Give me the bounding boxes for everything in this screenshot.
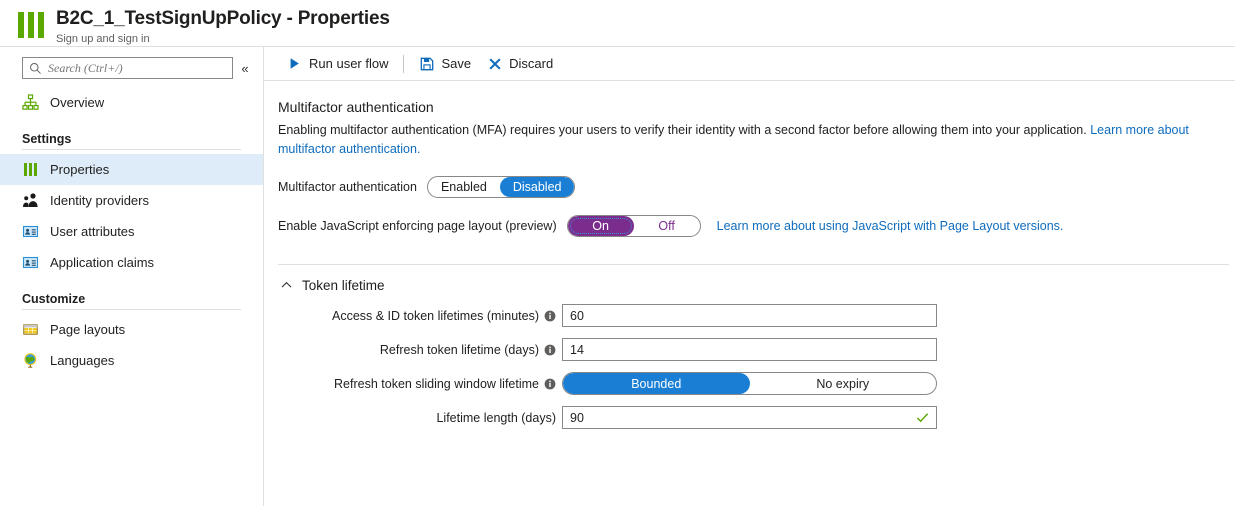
sidebar-item-label: User attributes bbox=[50, 224, 135, 239]
sidebar-item-label: Identity providers bbox=[50, 193, 149, 208]
javascript-learn-more-link[interactable]: Learn more about using JavaScript with P… bbox=[717, 219, 1064, 233]
toolbar-separator bbox=[403, 54, 405, 73]
sidebar-item-label: Overview bbox=[50, 95, 105, 110]
valid-check-icon bbox=[915, 411, 929, 425]
token-lifetime-section-header[interactable]: Token lifetime bbox=[278, 277, 478, 293]
mfa-field-row: Multifactor authentication Enabled Disab… bbox=[278, 176, 1235, 198]
info-icon[interactable] bbox=[544, 344, 556, 356]
sidebar-group-divider bbox=[22, 309, 241, 310]
sidebar-group-settings-title: Settings bbox=[22, 132, 72, 146]
collapse-sidebar-button[interactable]: « bbox=[235, 61, 255, 76]
properties-form: Multifactor authentication Enabling mult… bbox=[264, 81, 1235, 429]
sidebar-item-label: Languages bbox=[50, 353, 115, 368]
javascript-option-on[interactable]: On bbox=[567, 216, 634, 236]
sidebar-item-overview[interactable]: Overview bbox=[0, 87, 263, 118]
sidebar-search-row: Search (Ctrl+/) « bbox=[0, 57, 263, 79]
info-icon[interactable] bbox=[544, 310, 556, 322]
sidebar-item-label: Page layouts bbox=[50, 322, 126, 337]
sidebar-group-divider bbox=[22, 149, 241, 150]
access-id-token-lifetimes-value: 60 bbox=[570, 308, 584, 323]
main-content: Run user flow Save Discard Multifactor a… bbox=[264, 47, 1235, 506]
search-placeholder: Search (Ctrl+/) bbox=[48, 60, 123, 75]
refresh-token-sliding-window-toggle[interactable]: Bounded No expiry bbox=[562, 372, 937, 395]
body-container: Search (Ctrl+/) « Overview Settings Prop… bbox=[0, 47, 1235, 506]
lifetime-length-value: 90 bbox=[570, 410, 584, 425]
sidebar-item-label: Properties bbox=[50, 162, 110, 177]
save-icon bbox=[419, 56, 434, 71]
discard-button[interactable]: Discard bbox=[479, 51, 561, 77]
chevron-up-icon bbox=[278, 277, 294, 293]
save-label: Save bbox=[441, 56, 472, 71]
sidebar-item-properties[interactable]: Properties bbox=[0, 154, 263, 185]
save-button[interactable]: Save bbox=[411, 51, 479, 77]
sidebar-item-label: Application claims bbox=[50, 255, 155, 270]
access-id-token-lifetimes-row: Access & ID token lifetimes (minutes) 60 bbox=[324, 304, 1235, 327]
search-input[interactable]: Search (Ctrl+/) bbox=[22, 57, 233, 79]
refresh-token-sliding-window-label: Refresh token sliding window lifetime bbox=[334, 376, 539, 391]
discard-label: Discard bbox=[509, 56, 554, 71]
mfa-description-text: Enabling multifactor authentication (MFA… bbox=[278, 123, 1091, 137]
lifetime-length-input[interactable]: 90 bbox=[562, 406, 937, 429]
mfa-option-enabled[interactable]: Enabled bbox=[428, 177, 500, 197]
javascript-toggle[interactable]: On Off bbox=[566, 215, 701, 237]
section-divider bbox=[278, 264, 1229, 265]
refresh-token-lifetime-row: Refresh token lifetime (days) 14 bbox=[324, 338, 1235, 361]
access-id-token-lifetimes-label-wrap: Access & ID token lifetimes (minutes) bbox=[324, 309, 562, 323]
sliding-window-option-no-expiry[interactable]: No expiry bbox=[750, 373, 937, 394]
token-lifetime-fields: Access & ID token lifetimes (minutes) 60 bbox=[324, 304, 1235, 429]
info-icon[interactable] bbox=[544, 378, 556, 390]
play-icon bbox=[287, 56, 302, 71]
people-icon bbox=[22, 192, 39, 209]
refresh-token-lifetime-label: Refresh token lifetime (days) bbox=[379, 342, 539, 357]
sliding-window-option-bounded[interactable]: Bounded bbox=[563, 373, 750, 394]
sidebar: Search (Ctrl+/) « Overview Settings Prop… bbox=[0, 47, 264, 506]
mfa-toggle[interactable]: Enabled Disabled bbox=[426, 176, 576, 198]
sidebar-group-customize-title: Customize bbox=[22, 292, 86, 306]
sidebar-item-identity-providers[interactable]: Identity providers bbox=[0, 185, 263, 216]
lifetime-length-label-wrap: Lifetime length (days) bbox=[324, 411, 562, 425]
mfa-option-disabled[interactable]: Disabled bbox=[499, 177, 575, 197]
sidebar-item-languages[interactable]: Languages bbox=[0, 345, 263, 376]
mfa-field-label: Multifactor authentication bbox=[278, 180, 417, 194]
sidebar-item-user-attributes[interactable]: User attributes bbox=[0, 216, 263, 247]
bars-green-icon bbox=[18, 12, 44, 38]
javascript-option-off[interactable]: Off bbox=[634, 216, 700, 236]
table-grid-icon bbox=[22, 321, 39, 338]
refresh-token-lifetime-label-wrap: Refresh token lifetime (days) bbox=[324, 343, 562, 357]
refresh-token-sliding-window-label-wrap: Refresh token sliding window lifetime bbox=[324, 377, 562, 391]
sidebar-nav: Overview Settings Properties Identity pr… bbox=[0, 87, 263, 376]
lifetime-length-row: Lifetime length (days) 90 bbox=[324, 406, 1235, 429]
id-card-icon bbox=[22, 223, 39, 240]
sidebar-item-application-claims[interactable]: Application claims bbox=[0, 247, 263, 278]
search-icon bbox=[29, 62, 42, 75]
close-x-icon bbox=[487, 56, 502, 71]
refresh-token-sliding-window-row: Refresh token sliding window lifetime Bo… bbox=[324, 372, 1235, 395]
javascript-field-row: Enable JavaScript enforcing page layout … bbox=[278, 215, 1235, 237]
run-user-flow-label: Run user flow bbox=[309, 56, 389, 71]
run-user-flow-button[interactable]: Run user flow bbox=[279, 51, 396, 77]
id-card-icon bbox=[22, 254, 39, 271]
page-title: B2C_1_TestSignUpPolicy - Properties bbox=[56, 8, 390, 29]
sidebar-item-page-layouts[interactable]: Page layouts bbox=[0, 314, 263, 345]
javascript-field-label: Enable JavaScript enforcing page layout … bbox=[278, 219, 557, 233]
access-id-token-lifetimes-input[interactable]: 60 bbox=[562, 304, 937, 327]
mfa-section-title: Multifactor authentication bbox=[278, 99, 434, 115]
access-id-token-lifetimes-label: Access & ID token lifetimes (minutes) bbox=[331, 308, 539, 323]
refresh-token-lifetime-value: 14 bbox=[570, 342, 584, 357]
page-subtitle: Sign up and sign in bbox=[56, 33, 150, 45]
refresh-token-lifetime-input[interactable]: 14 bbox=[562, 338, 937, 361]
lifetime-length-label: Lifetime length (days) bbox=[436, 410, 556, 425]
header-text: B2C_1_TestSignUpPolicy - Properties Sign… bbox=[56, 8, 390, 46]
token-lifetime-title: Token lifetime bbox=[302, 277, 385, 293]
globe-icon bbox=[22, 352, 39, 369]
hierarchy-icon bbox=[22, 94, 39, 111]
mfa-description: Enabling multifactor authentication (MFA… bbox=[278, 121, 1203, 159]
page-header: B2C_1_TestSignUpPolicy - Properties Sign… bbox=[0, 0, 1235, 47]
command-toolbar: Run user flow Save Discard bbox=[264, 47, 1235, 81]
bars-green-icon bbox=[22, 161, 39, 178]
